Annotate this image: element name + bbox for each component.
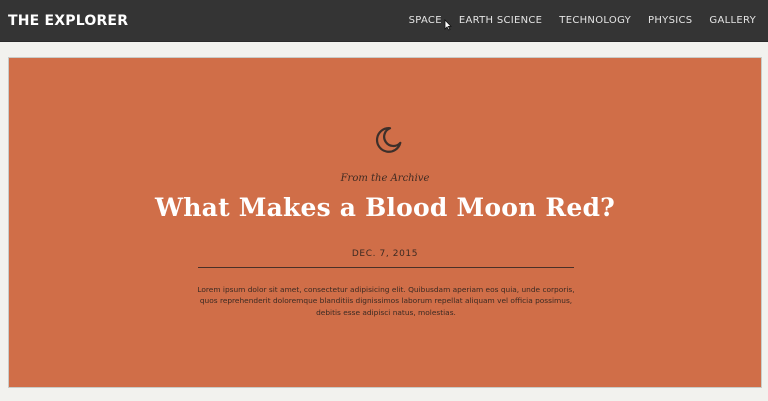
- moon-icon: [375, 127, 402, 153]
- publish-date: DEC. 7, 2015: [351, 249, 419, 259]
- nav-link-gallery[interactable]: GALLERY: [709, 15, 756, 26]
- hero-title: What Makes a Blood Moon Red?: [155, 193, 615, 222]
- main-nav: SPACE EARTH SCIENCE TECHNOLOGY PHYSICS G…: [409, 0, 756, 41]
- hero-body-text: Lorem ipsum dolor sit amet, consectetur …: [197, 285, 575, 317]
- site-brand[interactable]: THE EXPLORER: [8, 13, 128, 29]
- hero-eyebrow: From the Archive: [340, 173, 430, 184]
- top-navbar: THE EXPLORER SPACE EARTH SCIENCE TECHNOL…: [0, 0, 768, 42]
- nav-link-physics[interactable]: PHYSICS: [648, 15, 692, 26]
- nav-link-technology[interactable]: TECHNOLOGY: [559, 15, 631, 26]
- pointer-cursor-icon: [444, 19, 452, 31]
- hero-divider: [198, 267, 574, 268]
- hero-card: From the Archive What Makes a Blood Moon…: [8, 57, 762, 388]
- nav-link-space[interactable]: SPACE: [409, 15, 442, 26]
- nav-link-earth-science[interactable]: EARTH SCIENCE: [459, 15, 542, 26]
